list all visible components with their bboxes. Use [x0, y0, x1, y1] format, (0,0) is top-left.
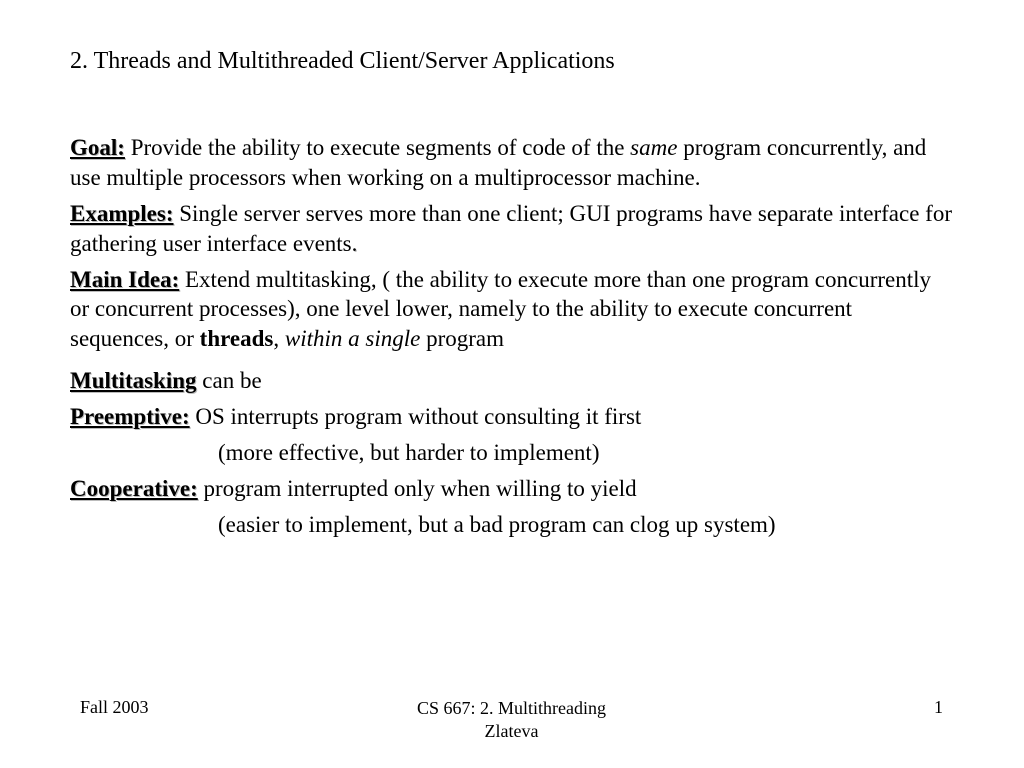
mainidea-post: program: [420, 326, 504, 351]
preemptive-line2: (more effective, but harder to implement…: [70, 438, 954, 468]
goal-text-pre: Provide the ability to execute segments …: [125, 135, 630, 160]
mainidea-mid: ,: [273, 326, 285, 351]
goal-em: same: [630, 135, 677, 160]
mainidea-label: Main Idea:: [70, 267, 179, 292]
multitasking-text: can be: [197, 368, 262, 393]
examples-text: Single server serves more than one clien…: [70, 201, 952, 256]
cooperative-line1: Cooperative: program interrupted only wh…: [70, 474, 954, 504]
footer-left: Fall 2003: [0, 697, 341, 718]
goal-label: Goal:: [70, 135, 125, 160]
footer-page-number: 1: [682, 697, 1023, 718]
slide-footer: Fall 2003 CS 667: 2. Multithreading Zlat…: [0, 697, 1024, 742]
mainidea-em: within a single: [285, 326, 420, 351]
multitasking-line: Multitasking can be: [70, 366, 954, 396]
multitasking-label: Multitasking: [70, 368, 197, 393]
footer-author: Zlateva: [341, 720, 682, 743]
preemptive-text1: OS interrupts program without consulting…: [190, 404, 642, 429]
mainidea-bold: threads: [200, 326, 274, 351]
mainidea-paragraph: Main Idea: Extend multitasking, ( the ab…: [70, 265, 954, 355]
examples-period: .: [352, 231, 358, 256]
slide: 2. Threads and Multithreaded Client/Serv…: [0, 0, 1024, 540]
multitasking-block: Multitasking can be Preemptive: OS inter…: [70, 366, 954, 539]
slide-body: Goal: Provide the ability to execute seg…: [70, 133, 954, 540]
footer-center: CS 667: 2. Multithreading Zlateva: [341, 697, 682, 742]
examples-label: Examples:: [70, 201, 174, 226]
cooperative-label: Cooperative:: [70, 476, 198, 501]
cooperative-text1: program interrupted only when willing to…: [198, 476, 637, 501]
slide-title: 2. Threads and Multithreaded Client/Serv…: [70, 48, 954, 75]
examples-paragraph: Examples: Single server serves more than…: [70, 199, 954, 259]
footer-course: CS 667: 2. Multithreading: [341, 697, 682, 720]
cooperative-line2: (easier to implement, but a bad program …: [70, 510, 954, 540]
preemptive-label: Preemptive:: [70, 404, 190, 429]
preemptive-line1: Preemptive: OS interrupts program withou…: [70, 402, 954, 432]
goal-paragraph: Goal: Provide the ability to execute seg…: [70, 133, 954, 193]
